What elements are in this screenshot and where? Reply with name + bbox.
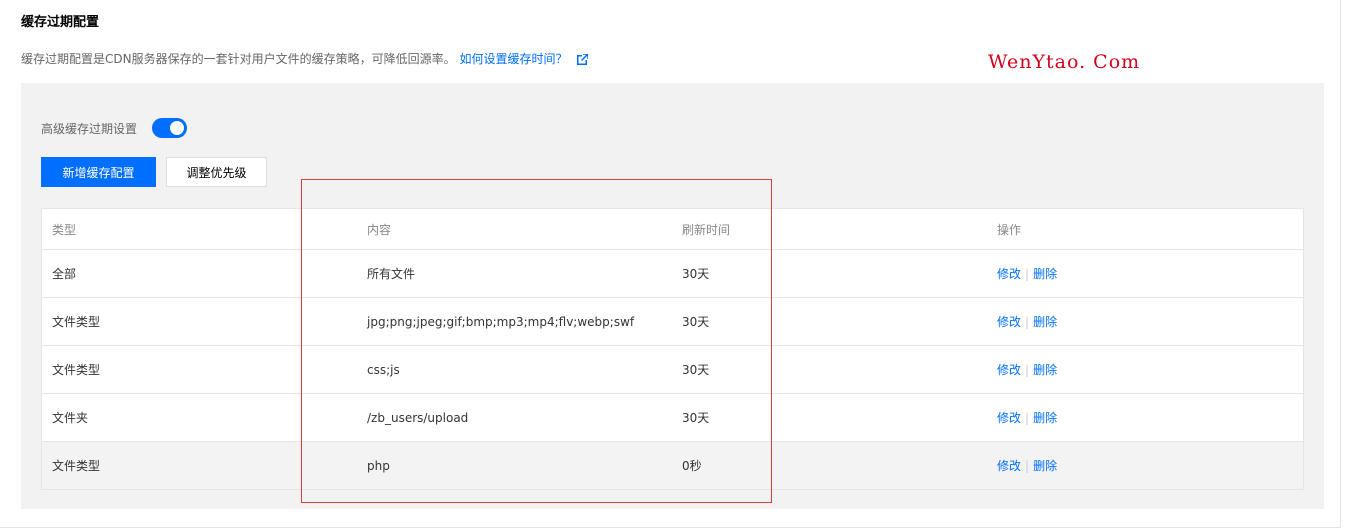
table-row: 文件类型 jpg;png;jpeg;gif;bmp;mp3;mp4;flv;we… [42,297,1303,345]
delete-link[interactable]: 删除 [1033,361,1057,378]
description-text: 缓存过期配置是CDN服务器保存的一套针对用户文件的缓存策略，可降低回源率。 [21,52,456,66]
table-row: 文件类型 css;js 30天 修改 | 删除 [42,345,1303,393]
advanced-setting-toggle[interactable] [152,118,188,138]
cell-content: 所有文件 [367,267,416,281]
cell-actions: 修改 | 删除 [997,298,1057,345]
add-cache-config-button[interactable]: 新增缓存配置 [41,157,156,187]
action-divider: | [1025,314,1030,329]
column-header-content: 内容 [367,222,392,237]
cell-actions: 修改 | 删除 [997,442,1057,489]
cell-actions: 修改 | 删除 [997,250,1057,297]
cell-content: css;js [367,362,400,377]
cell-type: 全部 [52,267,77,281]
action-divider: | [1025,362,1030,377]
delete-link[interactable]: 删除 [1033,265,1057,282]
delete-link[interactable]: 删除 [1033,457,1057,474]
cell-type: 文件类型 [52,315,101,329]
help-link[interactable]: 如何设置缓存时间？ [459,52,567,66]
action-divider: | [1025,410,1030,425]
column-header-refresh: 刷新时间 [682,222,731,237]
adjust-priority-button[interactable]: 调整优先级 [166,157,267,187]
external-link-icon[interactable] [577,53,590,68]
cell-refresh-time: 30天 [682,411,710,425]
table-row: 文件类型 php 0秒 修改 | 删除 [42,441,1303,489]
cell-refresh-time: 0秒 [682,459,702,473]
advanced-setting-label: 高级缓存过期设置 [41,121,138,136]
cell-type: 文件夹 [52,411,89,425]
edit-link[interactable]: 修改 [997,457,1021,474]
watermark-text: WenYtao. Com [988,51,1141,73]
advanced-setting-row: 高级缓存过期设置 [41,118,188,138]
edit-link[interactable]: 修改 [997,265,1021,282]
cell-content: /zb_users/upload [367,410,469,425]
cell-refresh-time: 30天 [682,363,710,377]
table-header-row: 类型 内容 刷新时间 操作 [42,209,1303,249]
column-header-actions: 操作 [997,222,1022,237]
table-row: 全部 所有文件 30天 修改 | 删除 [42,249,1303,297]
edit-link[interactable]: 修改 [997,313,1021,330]
delete-link[interactable]: 删除 [1033,409,1057,426]
cell-content: jpg;png;jpeg;gif;bmp;mp3;mp4;flv;webp;sw… [367,314,635,329]
cell-type: 文件类型 [52,363,101,377]
action-divider: | [1025,458,1030,473]
cell-refresh-time: 30天 [682,267,710,281]
edit-link[interactable]: 修改 [997,361,1021,378]
action-divider: | [1025,266,1030,281]
cache-settings-panel: 高级缓存过期设置 新增缓存配置 调整优先级 类型 内容 刷新时间 操作 全部 所… [21,83,1324,509]
cell-actions: 修改 | 删除 [997,346,1057,393]
delete-link[interactable]: 删除 [1033,313,1057,330]
column-header-type: 类型 [52,222,77,237]
cell-content: php [367,458,390,473]
toggle-knob [170,121,185,135]
table-row: 文件夹 /zb_users/upload 30天 修改 | 删除 [42,393,1303,441]
page-description: 缓存过期配置是CDN服务器保存的一套针对用户文件的缓存策略，可降低回源率。 如何… [21,50,590,68]
cell-type: 文件类型 [52,459,101,473]
edit-link[interactable]: 修改 [997,409,1021,426]
page-title: 缓存过期配置 [21,15,100,30]
cell-actions: 修改 | 删除 [997,394,1057,441]
cache-config-card: 缓存过期配置 缓存过期配置是CDN服务器保存的一套针对用户文件的缓存策略，可降低… [0,0,1341,528]
cell-refresh-time: 30天 [682,315,710,329]
cache-rules-table: 类型 内容 刷新时间 操作 全部 所有文件 30天 修改 | 删除 文件类型 jpg… [41,208,1304,490]
